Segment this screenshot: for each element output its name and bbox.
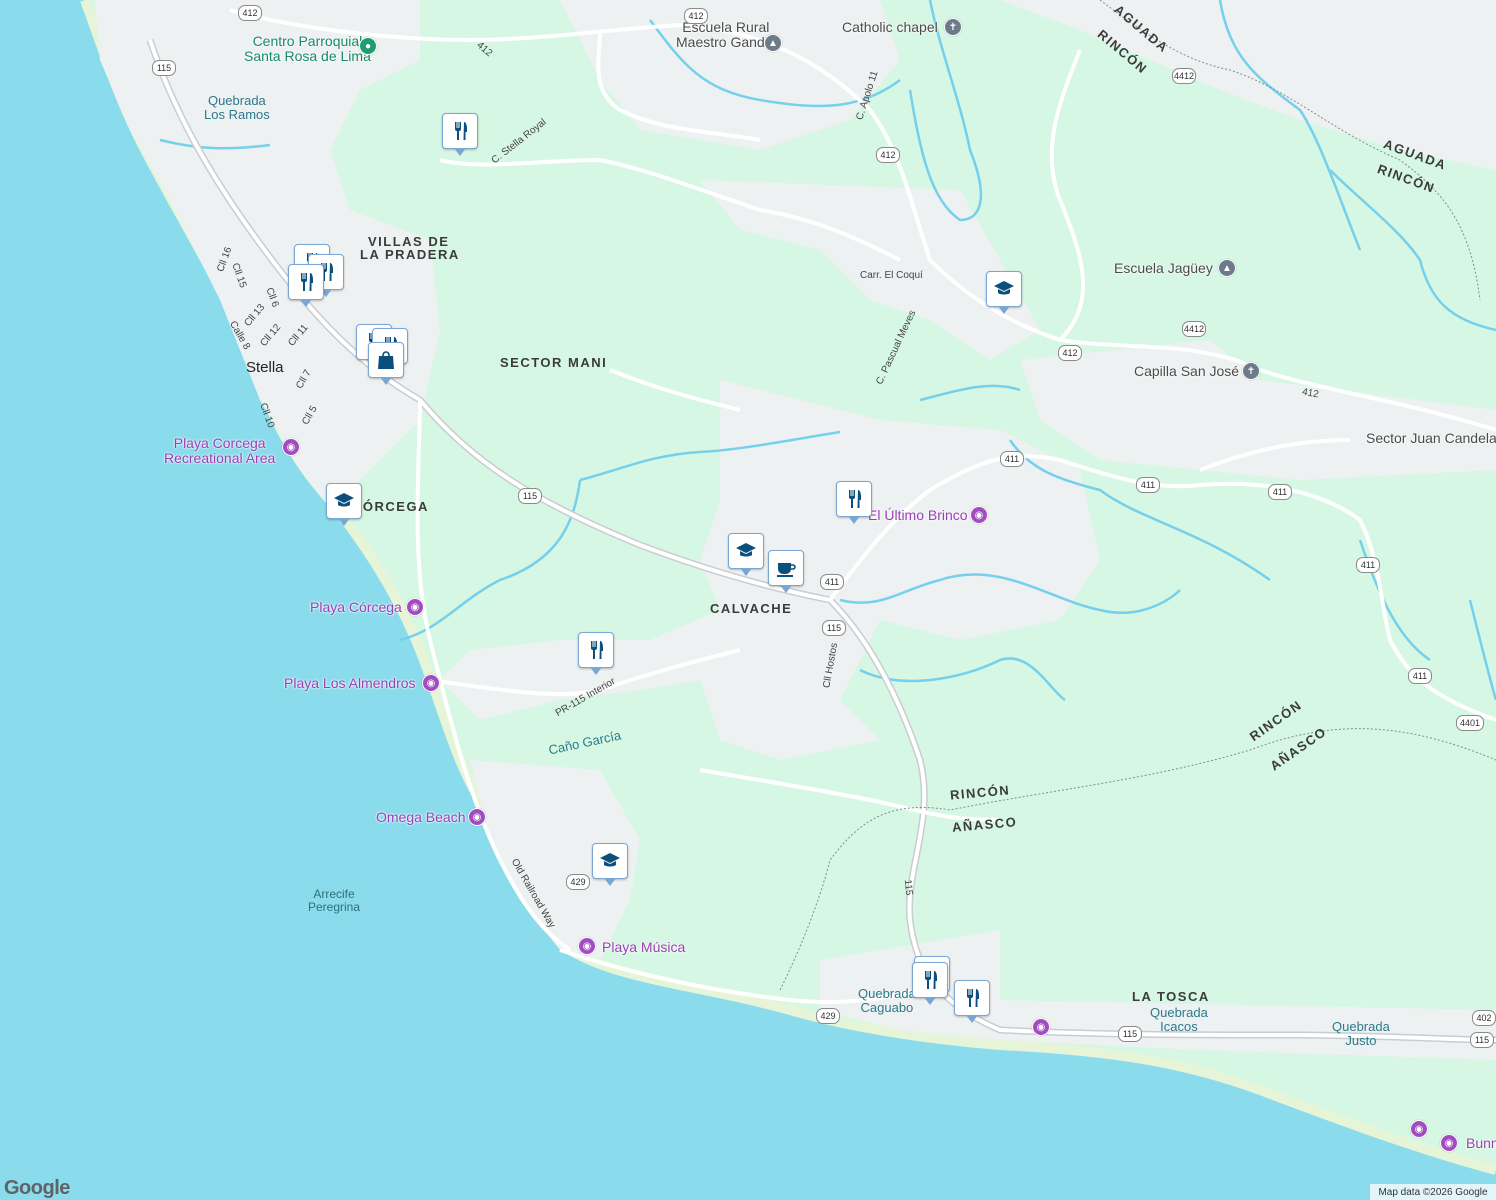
camera-icon[interactable]: ◉	[1032, 1018, 1050, 1036]
camera-icon[interactable]: ◉	[282, 438, 300, 456]
restaurant-icon[interactable]	[836, 481, 872, 524]
map-canvas[interactable]	[0, 0, 1496, 1200]
restaurant-icon[interactable]	[912, 962, 948, 1005]
poi-label[interactable]: Capilla San José	[1134, 363, 1239, 379]
area-label: CÓRCEGA	[352, 499, 429, 514]
route-shield: 412	[684, 8, 708, 24]
poi-label[interactable]: El Último Brinco	[868, 507, 968, 523]
camera-icon[interactable]: ◉	[1410, 1120, 1428, 1138]
camera-icon[interactable]: ◉	[970, 506, 988, 524]
town-label: Stella	[246, 359, 284, 376]
route-shield: 411	[1408, 668, 1432, 684]
poi-label[interactable]: Sector Juan Candelaria	[1366, 430, 1496, 446]
route-shield: 115	[822, 620, 846, 636]
map-attribution[interactable]: Map data ©2026 Google	[1370, 1184, 1496, 1200]
street-label: Carr. El Coquí	[860, 270, 923, 281]
camera-icon[interactable]: ◉	[468, 808, 486, 826]
poi-label[interactable]: Catholic chapel	[842, 19, 938, 35]
poi-label[interactable]: Playa Música	[602, 939, 685, 955]
route-shield: 115	[1118, 1026, 1142, 1042]
water-label: Quebrada Icacos	[1150, 1005, 1208, 1035]
area-label: LA PRADERA	[360, 247, 460, 262]
school-icon[interactable]	[728, 533, 764, 576]
route-shield: 411	[1136, 477, 1160, 493]
poi-label[interactable]: Escuela Rural Maestro Gandia	[676, 19, 776, 51]
route-shield: 4412	[1182, 321, 1206, 337]
route-shield: 402	[1472, 1010, 1496, 1026]
route-shield: 115	[1470, 1032, 1494, 1048]
water-label: Arrecife Peregrina	[308, 887, 361, 915]
place-of-worship-icon[interactable]: ●	[359, 37, 377, 55]
poi-label[interactable]: Playa Córcega	[310, 599, 402, 615]
route-shield: 115	[152, 60, 176, 76]
route-shield: 429	[566, 874, 590, 890]
route-shield: 412	[238, 5, 262, 21]
camera-icon[interactable]: ◉	[406, 598, 424, 616]
route-shield: 411	[1356, 557, 1380, 573]
route-shield: 411	[820, 574, 844, 590]
google-logo: Google	[4, 1177, 70, 1199]
restaurant-icon[interactable]	[288, 264, 324, 307]
water-label: Quebrada Los Ramos	[204, 93, 270, 123]
route-shield: 4412	[1172, 68, 1196, 84]
water-label: Quebrada Caguabo	[858, 986, 916, 1016]
restaurant-icon[interactable]	[442, 113, 478, 156]
school-icon[interactable]: ▲	[1218, 259, 1236, 277]
street-label: 115	[901, 879, 915, 896]
church-icon[interactable]: ✝	[944, 18, 962, 36]
route-shield: 115	[518, 488, 542, 504]
poi-label[interactable]: Omega Beach	[376, 809, 466, 825]
school-icon[interactable]	[326, 483, 362, 526]
shopping-bag-icon[interactable]	[368, 342, 404, 385]
route-shield: 412	[876, 147, 900, 163]
water-label: Quebrada Justo	[1332, 1019, 1390, 1049]
church-icon[interactable]: ✝	[1242, 362, 1260, 380]
school-icon[interactable]	[986, 271, 1022, 314]
area-label: SECTOR MANI	[500, 355, 608, 370]
poi-label[interactable]: Centro Parroquial Santa Rosa de Lima	[244, 33, 371, 65]
camera-icon[interactable]: ◉	[422, 674, 440, 692]
route-shield: 429	[816, 1008, 840, 1024]
route-shield: 411	[1000, 451, 1024, 467]
restaurant-icon[interactable]	[954, 980, 990, 1023]
route-shield: 412	[1058, 345, 1082, 361]
route-shield: 411	[1268, 484, 1292, 500]
area-label: LA TOSCA	[1132, 989, 1210, 1004]
camera-icon[interactable]: ◉	[1440, 1134, 1458, 1152]
camera-icon[interactable]: ◉	[578, 937, 596, 955]
cafe-icon[interactable]	[768, 550, 804, 593]
poi-label[interactable]: Playa Los Almendros	[284, 675, 416, 691]
poi-label[interactable]: Escuela Jagüey	[1114, 260, 1213, 276]
school-icon[interactable]	[592, 843, 628, 886]
route-shield: 4401	[1456, 715, 1484, 731]
poi-label[interactable]: Playa Corcega Recreational Area	[164, 435, 275, 467]
area-label: CALVACHE	[710, 601, 793, 616]
school-icon[interactable]: ▲	[764, 34, 782, 52]
poi-label[interactable]: Bunny	[1466, 1135, 1496, 1151]
restaurant-icon[interactable]	[578, 632, 614, 675]
